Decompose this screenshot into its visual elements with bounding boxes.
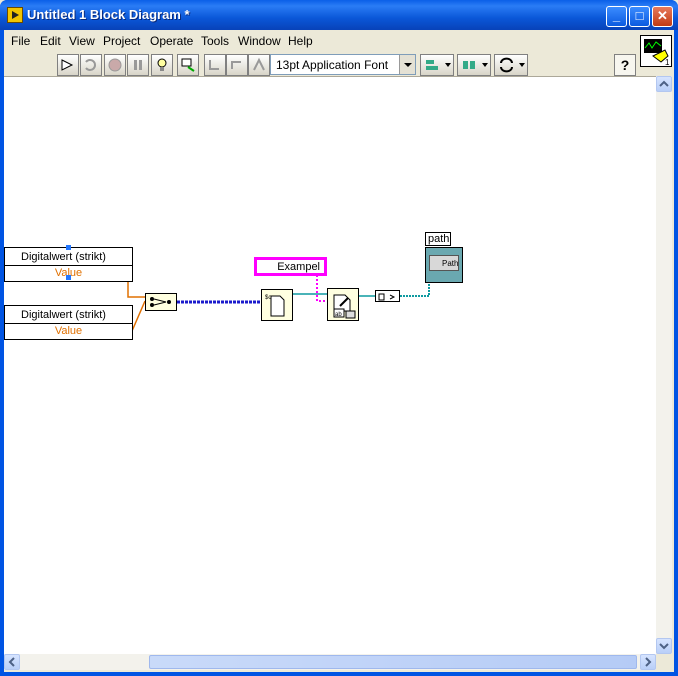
step-into-button[interactable]: [204, 54, 226, 76]
toolbar: 13pt Application Font ?: [4, 50, 638, 78]
pause-icon: [134, 60, 142, 70]
string-constant-value: Exampel: [277, 261, 320, 273]
vi-number-text: 1: [665, 58, 670, 66]
context-help-button[interactable]: ?: [614, 54, 636, 76]
digital-node-1-name: Digitalwert (strikt): [21, 251, 106, 263]
run-continuously-icon: [85, 59, 96, 71]
minimize-button[interactable]: _: [606, 6, 627, 27]
svg-text:$c: $c: [265, 295, 271, 301]
run-arrow-icon: [61, 59, 74, 71]
window-body: File Edit View Project Operate Tools Win…: [4, 30, 674, 672]
wires-layer: [127, 275, 430, 332]
wire-digital-1[interactable]: [127, 282, 145, 298]
chevron-down-icon: [659, 643, 669, 650]
font-select[interactable]: 13pt Application Font: [270, 54, 416, 75]
menu-help[interactable]: Help: [288, 34, 313, 48]
step-over-icon: [231, 61, 241, 69]
menu-tools[interactable]: Tools: [201, 34, 229, 48]
path-label: path: [425, 232, 451, 246]
path-indicator[interactable]: Path: [425, 247, 463, 283]
horizontal-scroll-thumb[interactable]: [149, 655, 637, 669]
digital-node-2[interactable]: Digitalwert (strikt) Value: [4, 305, 133, 340]
labview-icon[interactable]: [7, 7, 23, 23]
distribute-objects-button[interactable]: [457, 54, 491, 76]
path-indicator-text: Path: [442, 259, 459, 268]
wire-digital-2[interactable]: [131, 300, 146, 332]
run-button[interactable]: [57, 54, 79, 76]
scroll-right-button[interactable]: [640, 654, 656, 670]
resize-grip[interactable]: [658, 656, 674, 672]
build-array-node[interactable]: [145, 293, 177, 311]
vertical-scrollbar[interactable]: [656, 76, 672, 654]
step-into-icon: [209, 60, 219, 70]
maximize-button[interactable]: □: [629, 6, 650, 27]
font-select-value: 13pt Application Font: [276, 58, 389, 72]
highlight-execution-button[interactable]: [151, 54, 173, 76]
lightbulb-icon: [157, 58, 167, 71]
step-out-button[interactable]: [248, 54, 270, 76]
window-title: Untitled 1 Block Diagram *: [27, 7, 190, 22]
chevron-right-icon: [645, 657, 652, 667]
scroll-left-button[interactable]: [4, 654, 20, 670]
retain-wire-values-button[interactable]: [177, 54, 199, 76]
reorder-icon: [500, 57, 525, 73]
file-icon: $c: [265, 295, 285, 317]
close-button[interactable]: ✕: [652, 6, 673, 27]
menu-project[interactable]: Project: [103, 34, 140, 48]
write-file-icon: ab: [333, 294, 356, 319]
app-window: Untitled 1 Block Diagram * _ □ ✕ File Ed…: [0, 0, 678, 676]
wire-path[interactable]: [400, 283, 430, 297]
menu-window[interactable]: Window: [238, 34, 281, 48]
selection-handle[interactable]: [66, 245, 71, 250]
scroll-up-button[interactable]: [656, 76, 672, 92]
menu-view[interactable]: View: [69, 34, 95, 48]
chevron-left-icon: [8, 657, 15, 667]
refnum-to-path-node[interactable]: [375, 290, 400, 302]
write-text-file-node[interactable]: ab: [327, 288, 359, 321]
menu-bar: File Edit View Project Operate Tools Win…: [4, 30, 638, 50]
wire-string[interactable]: [316, 275, 327, 302]
string-constant[interactable]: Exampel: [254, 257, 327, 276]
build-array-icon: [150, 297, 171, 307]
menu-edit[interactable]: Edit: [40, 34, 61, 48]
probe-icon: [181, 58, 195, 72]
reorder-button[interactable]: [494, 54, 528, 76]
align-icon: [426, 60, 451, 70]
digital-node-1-header: Digitalwert (strikt): [5, 248, 132, 266]
vi-icon[interactable]: 1: [640, 35, 672, 67]
title-bar[interactable]: Untitled 1 Block Diagram * _ □ ✕: [0, 0, 678, 30]
digital-node-2-header: Digitalwert (strikt): [5, 306, 132, 324]
horizontal-scrollbar[interactable]: [4, 654, 656, 670]
menu-operate[interactable]: Operate: [150, 34, 193, 48]
stop-icon: [108, 58, 122, 72]
distribute-icon: [463, 61, 488, 69]
refnum-icon: [378, 293, 396, 301]
vi-waveform-icon: 1: [644, 39, 670, 67]
chevron-up-icon: [659, 80, 669, 87]
menu-file[interactable]: File: [11, 34, 30, 48]
align-objects-button[interactable]: [420, 54, 454, 76]
abort-button[interactable]: [104, 54, 126, 76]
chevron-down-icon[interactable]: [399, 55, 415, 74]
digital-node-2-value: Value: [54, 325, 83, 337]
svg-text:ab: ab: [335, 312, 342, 318]
run-continuously-button[interactable]: [80, 54, 102, 76]
scroll-down-button[interactable]: [656, 638, 672, 654]
block-diagram-canvas[interactable]: Digitalwert (strikt) Value Digitalwert (…: [4, 76, 656, 654]
open-file-node[interactable]: $c: [261, 289, 293, 321]
path-indicator-inner: Path: [429, 255, 459, 271]
step-out-icon: [253, 57, 265, 71]
digital-node-2-name: Digitalwert (strikt): [21, 309, 106, 321]
pause-button[interactable]: [127, 54, 149, 76]
selection-handle[interactable]: [66, 275, 71, 280]
step-over-button[interactable]: [226, 54, 248, 76]
